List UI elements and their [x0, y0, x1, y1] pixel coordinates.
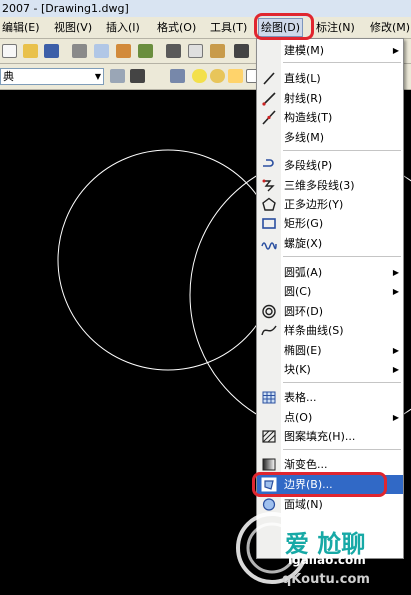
open-file-icon[interactable]	[23, 44, 38, 58]
line-icon	[263, 72, 275, 85]
menu-item-label: 圆环(D)	[284, 305, 324, 318]
paste-icon[interactable]	[210, 44, 225, 58]
menu-separator	[283, 62, 401, 63]
menu-item-donut[interactable]: 圆环(D)	[257, 302, 403, 321]
menu-item-label: 多线(M)	[284, 131, 325, 144]
window-title-bar: 2007 - [Drawing1.dwg]	[0, 0, 411, 17]
donut-icon	[262, 304, 276, 319]
workspace-combo[interactable]: 典 ▼	[0, 68, 104, 85]
menu-item-label: 射线(R)	[284, 92, 323, 105]
new-file-icon[interactable]	[2, 44, 17, 58]
watermark-text-url: igaliao.com	[288, 553, 366, 567]
gradient-icon	[262, 458, 276, 471]
menu-item-line[interactable]: 直线(L)	[257, 69, 403, 88]
3d-polyline-icon	[262, 179, 275, 192]
sun-icon[interactable]	[210, 69, 225, 83]
menu-item-label: 构造线(T)	[284, 111, 333, 124]
menu-item-label: 椭圆(E)	[284, 344, 322, 357]
menu-item-polygon[interactable]: 正多边形(Y)	[257, 195, 403, 214]
menu-item-label: 图案填充(H)...	[284, 430, 356, 443]
menu-item-arc[interactable]: 圆弧(A) ▶	[257, 263, 403, 282]
menu-item-label: 三维多段线(3)	[284, 179, 355, 192]
circle-left[interactable]	[57, 149, 279, 371]
spline-icon	[261, 325, 277, 336]
lock-icon[interactable]	[228, 69, 243, 83]
chevron-right-icon: ▶	[392, 287, 399, 296]
menu-item-construction-line[interactable]: 构造线(T)	[257, 108, 403, 127]
menu-edit[interactable]: 编辑(E)	[2, 17, 40, 38]
menu-item-label: 直线(L)	[284, 72, 321, 85]
workspace-combo-value: 典	[3, 70, 14, 83]
settings-icon[interactable]	[110, 69, 125, 83]
ray-icon	[262, 92, 276, 106]
menu-insert[interactable]: 插入(I)	[106, 17, 140, 38]
chevron-right-icon: ▶	[392, 365, 399, 374]
menu-bar: 编辑(E) 视图(V) 插入(I) 格式(O) 工具(T) 绘图(D) 标注(N…	[0, 17, 411, 39]
menu-item-label: 圆(C)	[284, 285, 312, 298]
table-icon	[262, 391, 276, 404]
rectangle-icon	[262, 218, 276, 229]
watermark-text-site: qKoutu.com	[282, 572, 370, 587]
save-icon[interactable]	[44, 44, 59, 58]
chevron-right-icon: ▶	[392, 46, 399, 55]
polygon-icon	[262, 197, 276, 211]
plot-icon[interactable]	[138, 44, 153, 58]
layer-icon[interactable]	[170, 69, 185, 83]
menu-item-hatch[interactable]: 图案填充(H)...	[257, 427, 403, 446]
menu-item-ray[interactable]: 射线(R)	[257, 89, 403, 108]
menu-item-label: 圆弧(A)	[284, 266, 323, 279]
menu-item-circle[interactable]: 圆(C) ▶	[257, 282, 403, 301]
menu-dimension[interactable]: 标注(N)	[316, 17, 355, 38]
cut-icon[interactable]	[166, 44, 181, 58]
construction-line-icon	[262, 110, 276, 125]
watermark: 爱 尬聊 igaliao.com qKoutu.com	[230, 506, 411, 595]
menu-item-block[interactable]: 块(K) ▶	[257, 360, 403, 379]
menu-separator	[283, 256, 401, 257]
menu-item-point[interactable]: 点(O) ▶	[257, 408, 403, 427]
menu-item-multiline[interactable]: 多线(M)	[257, 128, 403, 147]
copy-icon[interactable]	[188, 44, 203, 58]
polyline-icon	[263, 159, 274, 167]
menu-item-label: 表格...	[284, 391, 317, 404]
chevron-right-icon: ▶	[392, 346, 399, 355]
menu-item-modeling[interactable]: 建模(M) ▶	[257, 41, 403, 60]
menu-item-label: 块(K)	[284, 363, 311, 376]
toolbar-icon[interactable]	[130, 69, 145, 83]
menu-item-label: 建模(M)	[284, 44, 325, 57]
menu-item-rectangle[interactable]: 矩形(G)	[257, 214, 403, 233]
menu-item-label: 螺旋(X)	[284, 237, 323, 250]
menu-item-label: 正多边形(Y)	[284, 198, 344, 211]
menu-item-helix[interactable]: 螺旋(X)	[257, 234, 403, 253]
menu-separator	[283, 382, 401, 383]
menu-item-table[interactable]: 表格...	[257, 388, 403, 407]
menu-item-label: 矩形(G)	[284, 217, 324, 230]
annotation-highlight-boundary	[252, 472, 387, 497]
menu-item-ellipse[interactable]: 椭圆(E) ▶	[257, 341, 403, 360]
menu-tools[interactable]: 工具(T)	[210, 17, 247, 38]
helix-icon	[261, 242, 277, 250]
menu-item-label: 样条曲线(S)	[284, 324, 344, 337]
menu-item-3d-polyline[interactable]: 三维多段线(3)	[257, 176, 403, 195]
menu-format[interactable]: 格式(O)	[157, 17, 196, 38]
chevron-right-icon: ▶	[392, 268, 399, 277]
print-icon[interactable]	[72, 44, 87, 58]
chevron-right-icon: ▶	[392, 413, 399, 422]
menu-view[interactable]: 视图(V)	[54, 17, 92, 38]
publish-icon[interactable]	[116, 44, 131, 58]
annotation-highlight-draw-menu	[254, 13, 314, 40]
menu-item-polyline[interactable]: 多段线(P)	[257, 156, 403, 175]
menu-item-label: 多段线(P)	[284, 159, 333, 172]
lightbulb-icon[interactable]	[192, 69, 207, 83]
menu-modify[interactable]: 修改(M)	[370, 17, 410, 38]
match-properties-icon[interactable]	[234, 44, 249, 58]
window-title: 2007 - [Drawing1.dwg]	[2, 2, 129, 15]
menu-separator	[283, 150, 401, 151]
chevron-down-icon: ▼	[94, 72, 101, 81]
menu-item-label: 点(O)	[284, 411, 313, 424]
menu-item-spline[interactable]: 样条曲线(S)	[257, 321, 403, 340]
menu-item-label: 渐变色...	[284, 458, 328, 471]
hatch-icon	[262, 430, 276, 443]
menu-separator	[283, 449, 401, 450]
preview-icon[interactable]	[94, 44, 109, 58]
